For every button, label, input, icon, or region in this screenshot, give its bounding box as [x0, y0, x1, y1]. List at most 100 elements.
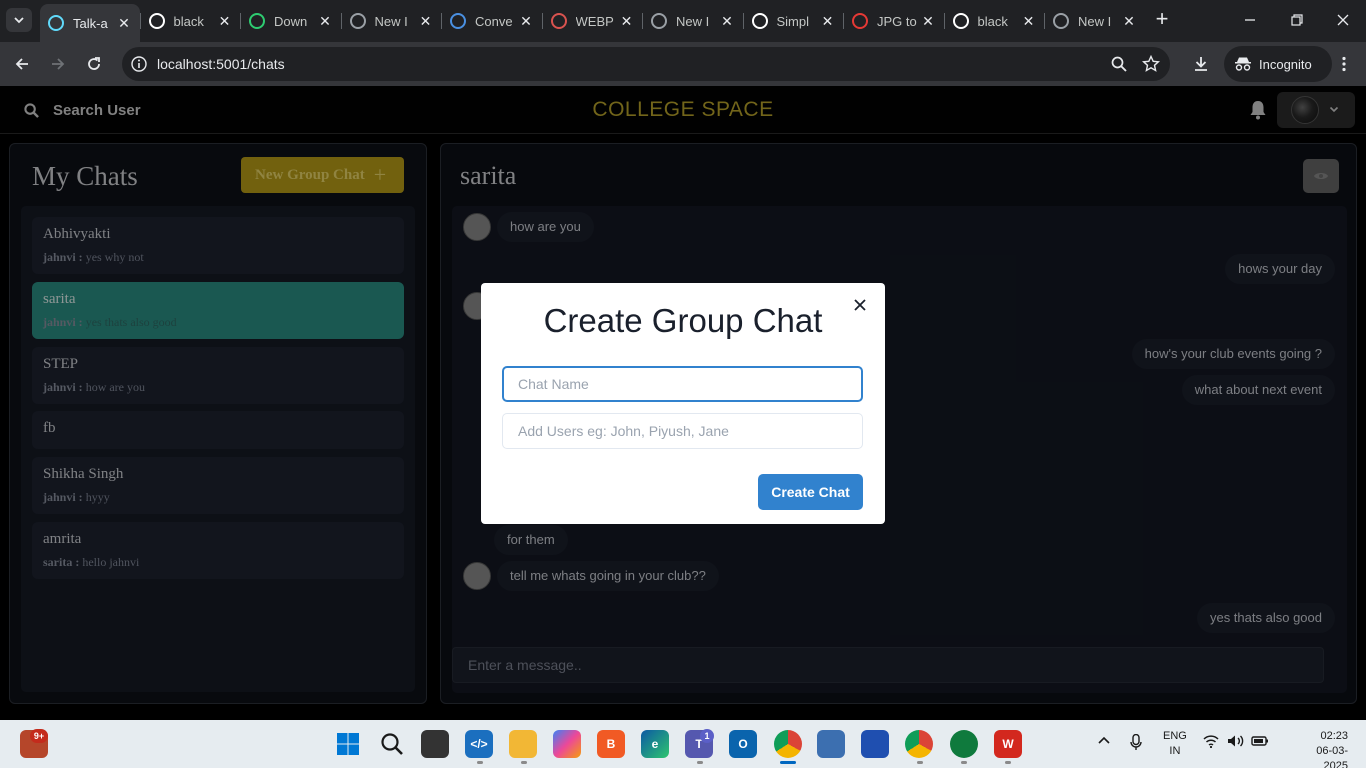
arrow-right-icon [52, 58, 65, 70]
tab-separator [943, 13, 945, 29]
browser-tab[interactable]: Simpl ✕ [744, 6, 844, 36]
tab-close-icon[interactable]: ✕ [217, 13, 233, 30]
tab-separator [742, 13, 744, 29]
restore-button[interactable] [1285, 8, 1309, 32]
tab-close-icon[interactable]: ✕ [518, 13, 534, 30]
browser-tab[interactable]: black ✕ [141, 6, 241, 36]
site-info-icon[interactable] [130, 55, 148, 73]
brave-icon[interactable]: B [597, 730, 625, 758]
tab-close-icon[interactable]: ✕ [619, 13, 635, 30]
close-icon [854, 299, 866, 311]
reload-icon [88, 57, 100, 70]
url-text[interactable]: localhost:5001/chats [157, 56, 285, 72]
incognito-icon [651, 13, 667, 29]
add-users-input[interactable] [502, 413, 863, 449]
tab-separator [843, 13, 844, 29]
tab-separator [139, 13, 141, 29]
tab-title: black [977, 13, 1008, 29]
tab-close-icon[interactable]: ✕ [1121, 13, 1137, 30]
tab-title: black [173, 13, 204, 29]
browser-tab[interactable]: WEBP ✕ [543, 6, 643, 36]
new-tab-button[interactable]: + [1150, 8, 1174, 32]
chat-name-input[interactable] [502, 366, 863, 402]
wps-running-indicator [1005, 761, 1011, 764]
wps-office-icon[interactable]: W [994, 730, 1022, 758]
browser-tab-strip: Talk-a ✕ black ✕ Down ✕ New I ✕ Conve ✕ WEBP ✕ New I… [0, 0, 1366, 42]
browser-tab[interactable]: New I ✕ [1045, 6, 1145, 36]
incognito-label: Incognito [1259, 56, 1312, 72]
react-icon [48, 15, 64, 31]
browser-tab[interactable]: JPG to ✕ [844, 6, 944, 36]
zoom-icon[interactable] [1110, 55, 1128, 73]
chrome-icon[interactable] [774, 730, 802, 758]
browser-tab[interactable]: Down ✕ [241, 6, 341, 36]
create-chat-button[interactable]: Create Chat [758, 474, 863, 510]
chrome-profile-icon[interactable] [905, 730, 933, 758]
restore-icon [1291, 14, 1303, 26]
chevron-up-icon[interactable] [1097, 734, 1111, 748]
browser-tab[interactable]: New I ✕ [643, 6, 743, 36]
tab-close-icon[interactable]: ✕ [719, 13, 735, 30]
tab-close-icon[interactable]: ✕ [920, 13, 936, 30]
teams-badge: 1 [700, 729, 714, 743]
volume-icon[interactable] [1227, 734, 1245, 748]
minimize-icon [1245, 19, 1255, 21]
task-view-icon[interactable] [421, 730, 449, 758]
region-code: IN [1169, 745, 1181, 757]
tab-search-button[interactable] [6, 8, 32, 32]
input-language[interactable]: ENG IN [1163, 729, 1187, 759]
google-icon [751, 13, 768, 29]
tab-title: JPG to [877, 13, 917, 29]
language-code: ENG [1163, 730, 1187, 742]
copilot-icon[interactable] [553, 730, 581, 758]
incognito-icon [349, 13, 366, 29]
tab-separator [642, 13, 643, 29]
forward-button[interactable] [45, 51, 71, 77]
incognito-icon [1053, 13, 1069, 29]
reload-button[interactable] [81, 51, 107, 77]
outlook-icon[interactable]: O [729, 730, 757, 758]
mongodb-compass-icon[interactable] [950, 730, 978, 758]
tab-close-icon[interactable]: ✕ [820, 13, 836, 30]
tab-close-icon[interactable]: ✕ [1021, 13, 1037, 30]
bookmark-star-icon[interactable] [1142, 55, 1160, 73]
taskbar-search-icon[interactable] [378, 730, 406, 758]
address-bar[interactable]: localhost:5001/chats [122, 47, 1170, 81]
browser-tab[interactable]: Conve ✕ [442, 6, 542, 36]
system-clock[interactable]: 02:23 06-03-2025 [1296, 729, 1348, 768]
tab-close-icon[interactable]: ✕ [317, 13, 333, 30]
browser-toolbar: localhost:5001/chats Incognito [0, 42, 1366, 86]
tab-close-icon[interactable]: ✕ [116, 15, 132, 32]
close-icon [1337, 14, 1349, 26]
browser-menu-button[interactable] [1331, 51, 1357, 77]
file-explorer-icon[interactable] [509, 730, 537, 758]
vscode-icon[interactable]: </> [465, 730, 493, 758]
windows-start-icon[interactable] [334, 730, 362, 758]
modal-close-button[interactable] [850, 295, 870, 315]
tab-title: New I [676, 13, 710, 29]
browser-tab[interactable]: Talk-a ✕ [40, 4, 140, 42]
incognito-indicator[interactable]: Incognito [1224, 46, 1332, 82]
wifi-icon[interactable] [1203, 734, 1219, 748]
app-icon[interactable] [817, 730, 845, 758]
microphone-icon[interactable] [1130, 734, 1142, 750]
diamond-icon [450, 13, 466, 29]
tab-separator [1044, 13, 1045, 29]
browser-tab[interactable]: New I ✕ [342, 6, 442, 36]
store-icon[interactable] [861, 730, 889, 758]
tab-close-icon[interactable]: ✕ [418, 13, 434, 30]
tab-title: Talk-a [73, 15, 108, 31]
edge-icon[interactable]: e [641, 730, 669, 758]
minimize-button[interactable] [1238, 8, 1262, 32]
teams-running-indicator [697, 761, 703, 764]
chrome-profile-running-indicator [917, 761, 923, 764]
jpg-png-icon [852, 13, 868, 29]
downloads-button[interactable] [1188, 51, 1214, 77]
window-close-button[interactable] [1331, 8, 1355, 32]
tab-title: Conve [475, 13, 513, 29]
browser-tab[interactable]: black ✕ [945, 6, 1045, 36]
battery-icon[interactable] [1251, 734, 1269, 748]
back-button[interactable] [9, 51, 35, 77]
search-icon [381, 733, 403, 755]
tab-title: Simpl [776, 13, 810, 29]
